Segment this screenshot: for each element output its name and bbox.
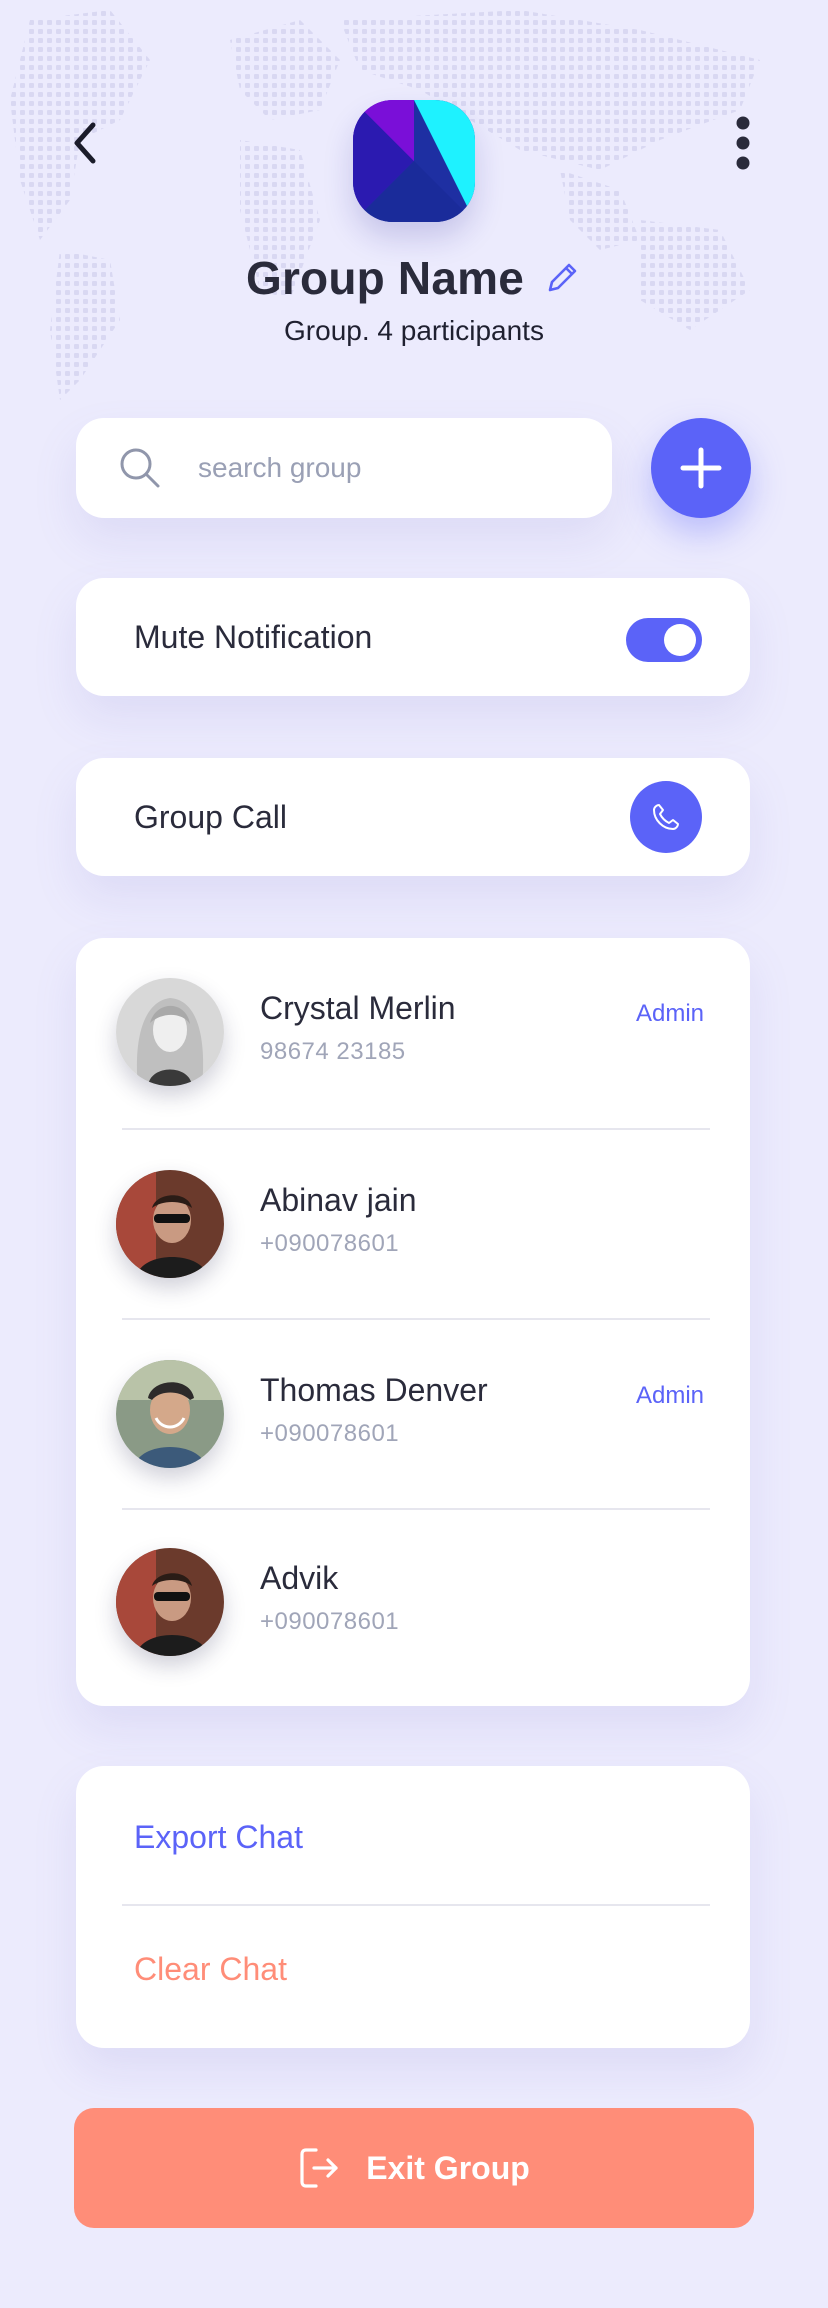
avatar — [116, 1548, 224, 1656]
more-vertical-icon — [736, 116, 750, 170]
clear-chat-button[interactable]: Clear Chat — [76, 1906, 750, 2032]
list-item[interactable]: Thomas Denver +090078601 Admin — [76, 1320, 750, 1510]
admin-badge: Admin — [635, 1000, 704, 1027]
search-input[interactable] — [196, 451, 580, 485]
group-logo — [353, 100, 475, 222]
add-participant-button[interactable] — [651, 418, 751, 518]
export-chat-button[interactable]: Export Chat — [76, 1774, 750, 1900]
export-chat-label: Export Chat — [134, 1818, 303, 1855]
mute-notification-label: Mute Notification — [134, 618, 373, 655]
group-name: Group Name — [245, 252, 525, 304]
member-phone: 98674 23185 — [260, 1038, 406, 1065]
group-subtitle: Group. 4 participants — [284, 315, 544, 346]
more-options-button[interactable] — [718, 110, 768, 176]
mute-notification-row: Mute Notification — [76, 578, 750, 696]
list-item[interactable]: Crystal Merlin 98674 23185 Admin — [76, 938, 750, 1128]
back-arrow-icon — [74, 122, 96, 164]
exit-door-icon — [300, 2148, 338, 2188]
member-name: Thomas Denver — [260, 1372, 488, 1408]
participants-list: Crystal Merlin 98674 23185 Admin Abinav … — [76, 938, 750, 1706]
avatar — [116, 978, 224, 1086]
edit-pencil-icon[interactable] — [542, 258, 582, 298]
search-icon — [120, 448, 160, 488]
phone-icon — [653, 804, 679, 830]
list-item[interactable]: Abinav jain +090078601 — [76, 1130, 750, 1320]
admin-badge: Admin — [635, 1382, 704, 1409]
group-call-row: Group Call — [76, 758, 750, 876]
plus-icon — [680, 447, 722, 489]
group-call-button[interactable] — [630, 781, 702, 853]
avatar — [116, 1360, 224, 1468]
member-name: Crystal Merlin — [260, 990, 456, 1026]
clear-chat-label: Clear Chat — [134, 1950, 287, 1987]
group-call-label: Group Call — [134, 798, 287, 835]
search-bar[interactable] — [76, 418, 612, 518]
list-item[interactable]: Advik +090078601 — [76, 1508, 750, 1698]
member-phone: +090078601 — [260, 1230, 400, 1257]
exit-group-label: Exit Group — [366, 2149, 530, 2186]
group-title-row: Group Name — [0, 246, 828, 310]
avatar — [116, 1170, 224, 1278]
member-phone: +090078601 — [260, 1608, 400, 1635]
member-phone: +090078601 — [260, 1420, 400, 1447]
exit-group-button[interactable]: Exit Group — [74, 2108, 754, 2228]
chat-actions-card: Export Chat Clear Chat — [76, 1766, 750, 2048]
member-name: Abinav jain — [260, 1182, 417, 1218]
mute-notification-toggle[interactable] — [626, 618, 702, 662]
member-name: Advik — [260, 1560, 339, 1596]
back-button[interactable] — [60, 115, 110, 171]
